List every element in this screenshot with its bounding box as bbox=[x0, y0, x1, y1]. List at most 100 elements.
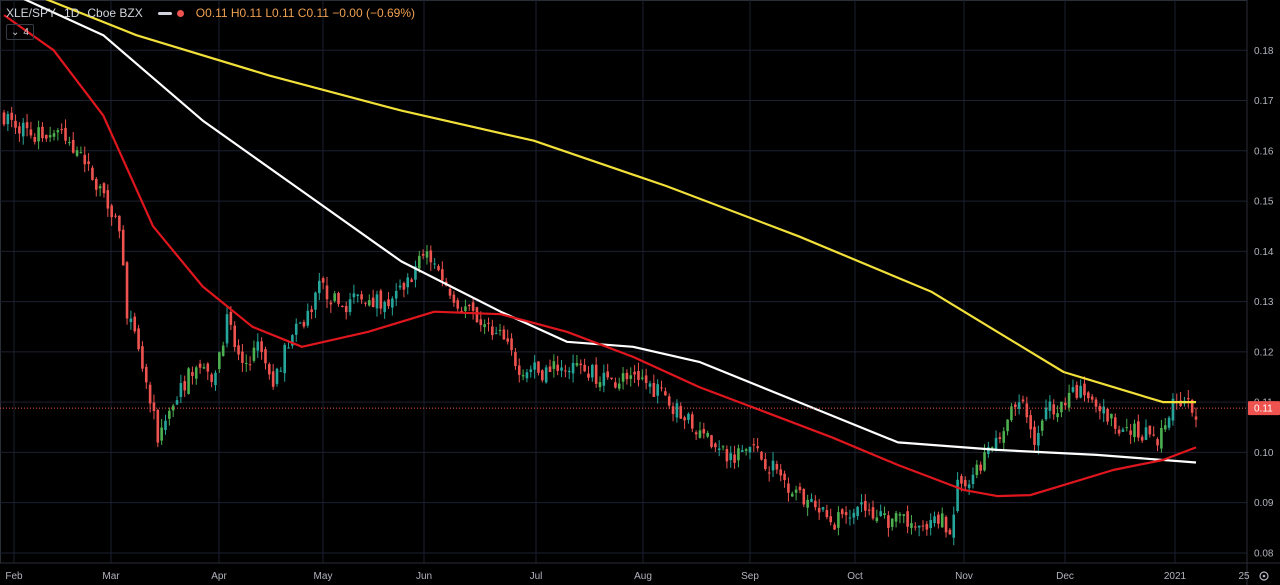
candle bbox=[906, 505, 909, 534]
candle bbox=[756, 437, 759, 452]
candle bbox=[656, 379, 659, 404]
candle bbox=[310, 305, 313, 320]
candle bbox=[352, 284, 356, 304]
time-axis[interactable]: Feb Mar Apr May Jun Jul Aug Sep Oct Nov Dec 2021 25 bbox=[0, 562, 1280, 582]
candle bbox=[1010, 402, 1013, 423]
candle-body bbox=[279, 370, 283, 372]
candle bbox=[844, 506, 848, 524]
candle-body bbox=[433, 263, 436, 265]
candle bbox=[821, 506, 825, 513]
candle-body bbox=[268, 364, 271, 375]
candle-body bbox=[456, 300, 460, 309]
candle bbox=[452, 290, 456, 307]
candle-body bbox=[168, 410, 171, 419]
candle-body bbox=[706, 432, 709, 437]
candle-body bbox=[952, 514, 956, 538]
candle bbox=[687, 412, 690, 424]
candle-body bbox=[214, 372, 217, 386]
candle bbox=[233, 321, 237, 352]
candle-body bbox=[237, 345, 240, 355]
chart-settings-icon[interactable] bbox=[1259, 571, 1269, 581]
candle-body bbox=[1129, 430, 1132, 435]
candle-body bbox=[1117, 429, 1121, 434]
candle bbox=[652, 374, 656, 398]
candle bbox=[348, 292, 352, 316]
candle bbox=[137, 324, 140, 352]
candle-body bbox=[998, 437, 1002, 440]
candle bbox=[168, 407, 171, 426]
timeframe-label[interactable]: 1D bbox=[64, 6, 79, 20]
candle-body bbox=[202, 367, 206, 369]
candle bbox=[1160, 419, 1163, 453]
candle bbox=[514, 347, 517, 370]
candle-body bbox=[471, 302, 475, 311]
candle bbox=[291, 334, 294, 349]
candle-body bbox=[179, 383, 183, 397]
candle-body bbox=[483, 324, 486, 328]
candle-body bbox=[275, 368, 279, 384]
candle-body bbox=[1037, 432, 1040, 446]
candle bbox=[98, 184, 102, 197]
candle bbox=[1121, 427, 1125, 433]
candle bbox=[937, 511, 940, 529]
symbol-label[interactable]: XLE/SPY bbox=[6, 6, 56, 20]
candle bbox=[979, 461, 982, 475]
candle bbox=[429, 245, 433, 271]
candle bbox=[1037, 425, 1040, 455]
price-tick-label: 0.14 bbox=[1254, 247, 1274, 258]
candle bbox=[871, 500, 875, 521]
candle-body bbox=[333, 293, 336, 301]
candle bbox=[710, 434, 713, 449]
time-tick-label: 25 bbox=[1238, 571, 1250, 582]
candle bbox=[814, 495, 817, 511]
candle-body bbox=[91, 167, 94, 180]
candle-body bbox=[1063, 402, 1067, 406]
candle bbox=[244, 354, 248, 372]
candle-body bbox=[44, 134, 48, 139]
candle bbox=[617, 377, 621, 391]
candle bbox=[102, 182, 106, 198]
price-axis[interactable]: 0.08 0.09 0.10 0.11 0.12 0.13 0.14 0.15 0.16 0.17… bbox=[1246, 0, 1274, 585]
candle-body bbox=[206, 363, 210, 372]
candle bbox=[164, 414, 167, 435]
time-tick-label: Jun bbox=[416, 571, 432, 582]
candle bbox=[633, 365, 636, 383]
candle-body bbox=[940, 513, 944, 528]
candle bbox=[1144, 419, 1148, 441]
time-tick-label: Feb bbox=[5, 571, 23, 582]
candle-body bbox=[410, 279, 413, 283]
candle bbox=[183, 375, 187, 397]
candle-body bbox=[806, 499, 809, 508]
candle-body bbox=[306, 310, 310, 326]
candle bbox=[929, 513, 932, 536]
candle bbox=[925, 520, 929, 536]
candle bbox=[68, 136, 71, 146]
moving-average-lines bbox=[3, 0, 1197, 498]
candle-body bbox=[79, 152, 83, 154]
indicators-toggle[interactable]: ⌄ 4 bbox=[6, 24, 34, 40]
candle-body bbox=[1167, 417, 1171, 428]
candle-body bbox=[837, 512, 840, 528]
candle-body bbox=[68, 142, 71, 144]
candle-body bbox=[348, 299, 352, 313]
candle bbox=[648, 380, 652, 394]
candle-body bbox=[856, 506, 859, 516]
visibility-eye-icon[interactable] bbox=[157, 7, 175, 19]
price-chart[interactable]: 0.08 0.09 0.10 0.11 0.12 0.13 0.14 0.15 0.16 0.17… bbox=[0, 0, 1280, 585]
candle-body bbox=[318, 280, 321, 294]
candle bbox=[760, 451, 763, 461]
candle-body bbox=[221, 345, 225, 356]
candle bbox=[1163, 418, 1167, 432]
candle-body bbox=[979, 464, 982, 471]
candle bbox=[118, 215, 121, 239]
candle bbox=[598, 376, 602, 392]
candle-body bbox=[598, 382, 602, 388]
candle-body bbox=[560, 367, 563, 371]
candle-body bbox=[814, 500, 817, 508]
candle bbox=[1079, 379, 1082, 399]
candle bbox=[837, 506, 840, 536]
candle-body bbox=[710, 435, 713, 448]
candle bbox=[114, 213, 117, 219]
candle-body bbox=[233, 325, 237, 348]
candle bbox=[833, 522, 836, 531]
